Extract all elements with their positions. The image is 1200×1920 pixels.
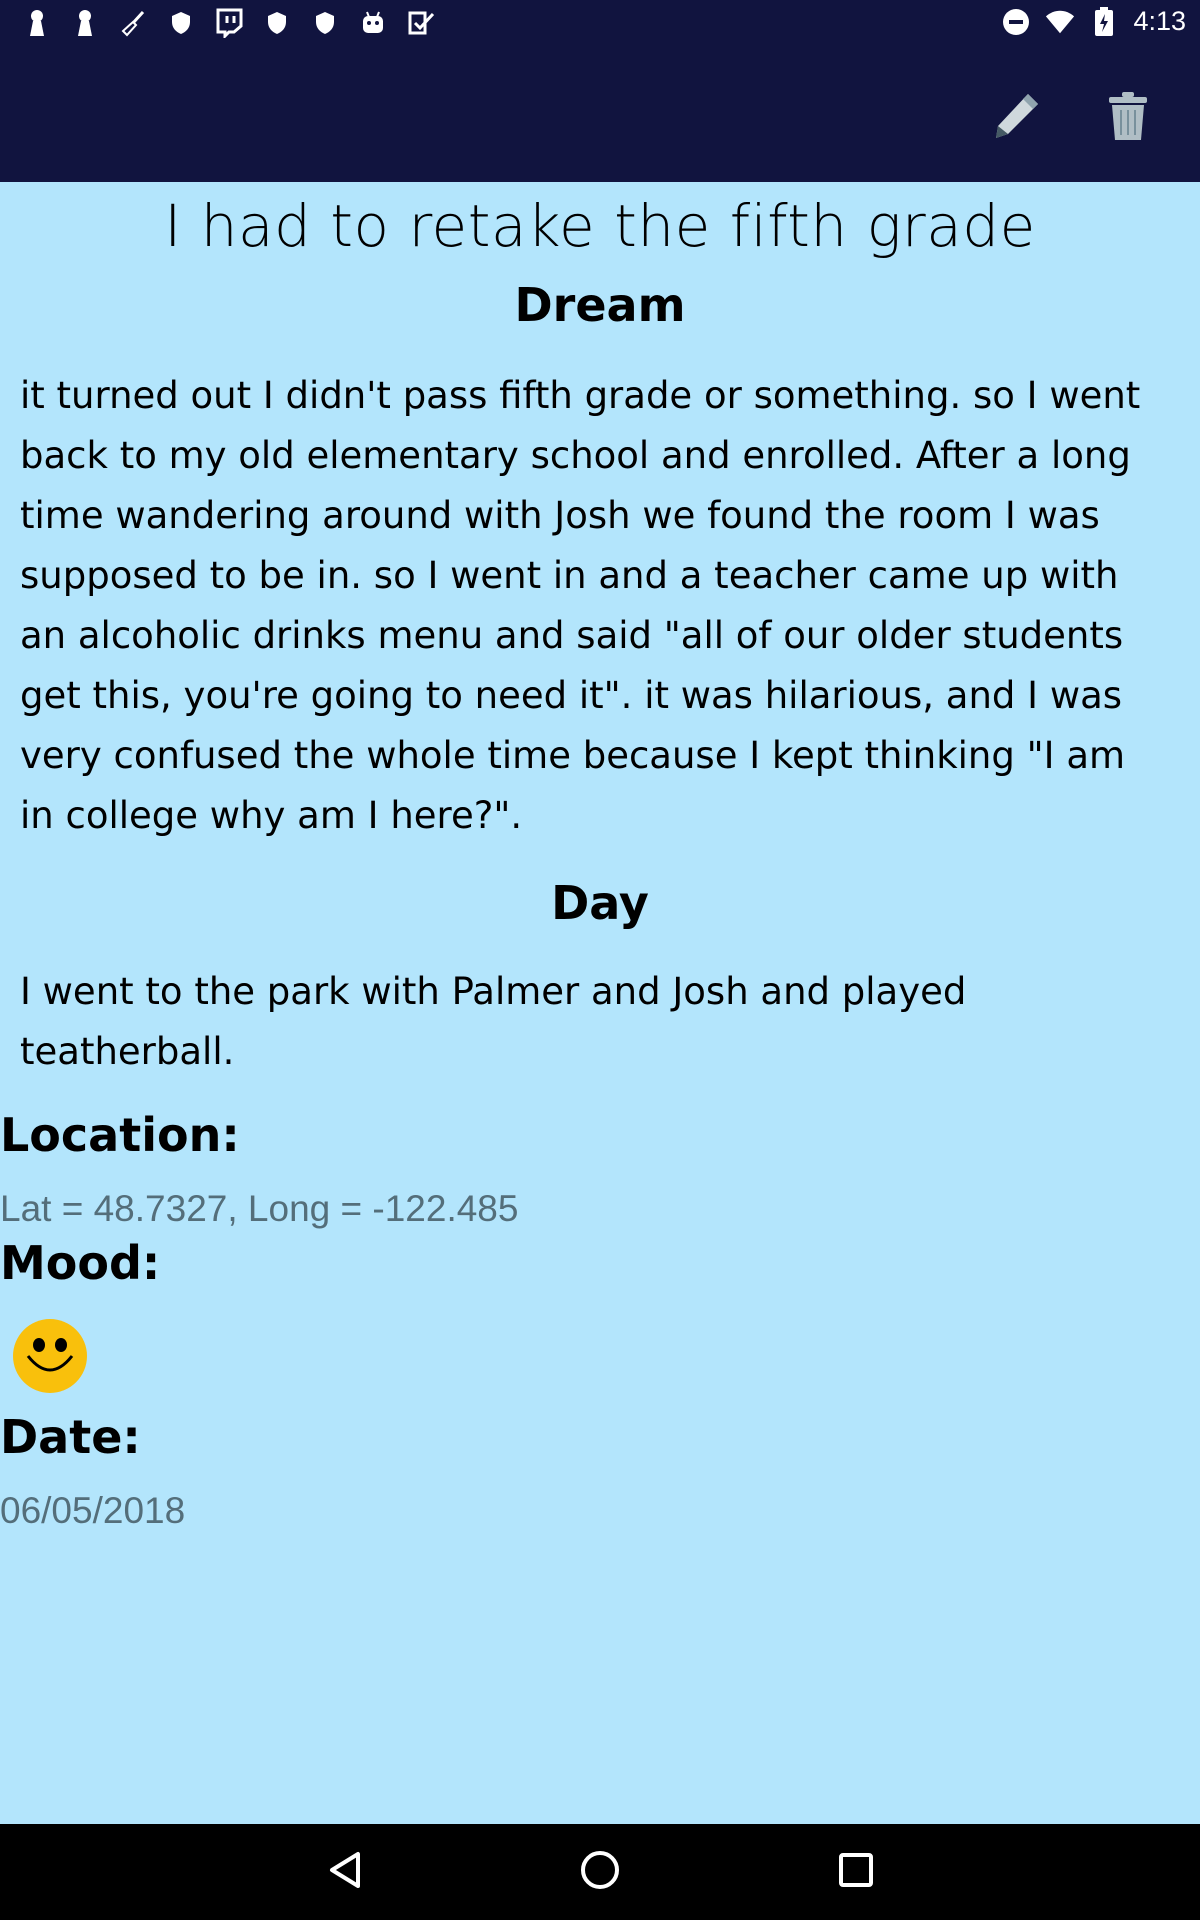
pencil-icon [988,88,1044,148]
notification-icons [22,8,436,38]
happy-face-icon [12,1318,88,1394]
broom-icon [118,8,148,38]
recents-button[interactable] [826,1842,886,1902]
entry-title: I had to retake the fifth grade [164,192,1036,260]
location-label: Location: [0,1108,240,1162]
status-time: 4:13 [1133,6,1186,36]
edit-button[interactable] [980,82,1052,154]
wifi-icon [1045,7,1075,37]
keyhole-icon [22,8,52,38]
dream-heading: Dream [514,278,686,332]
twitch-icon [214,8,244,38]
home-button[interactable] [570,1842,630,1902]
app-bar [0,48,1200,182]
day-text: I went to the park with Palmer and Josh … [20,970,967,1073]
date-label: Date: [0,1410,141,1464]
shield-icon [262,8,292,38]
trash-icon [1106,90,1150,146]
home-icon [578,1848,622,1896]
delete-button[interactable] [1092,82,1164,154]
status-bar: 4:13 [0,0,1200,48]
shield-icon [310,8,340,38]
back-button[interactable] [316,1842,376,1902]
keyhole-icon [70,8,100,38]
recents-icon [836,1850,876,1894]
date-value: 06/05/2018 [0,1490,186,1531]
shield-icon [166,8,196,38]
navigation-bar [0,1824,1200,1920]
status-indicators: 4:13 [1001,6,1186,37]
back-icon [324,1848,368,1896]
check-icon [406,8,436,38]
entry-content: I had to retake the fifth grade Dream it… [0,182,1200,1824]
mood-label: Mood: [0,1236,161,1290]
day-heading: Day [551,876,649,930]
android-icon [358,8,388,38]
location-value: Lat = 48.7327, Long = -122.485 [0,1188,519,1229]
do-not-disturb-icon [1001,7,1031,37]
battery-charging-icon [1089,6,1119,37]
dream-text: it turned out I didn't pass fifth grade … [20,374,1141,837]
